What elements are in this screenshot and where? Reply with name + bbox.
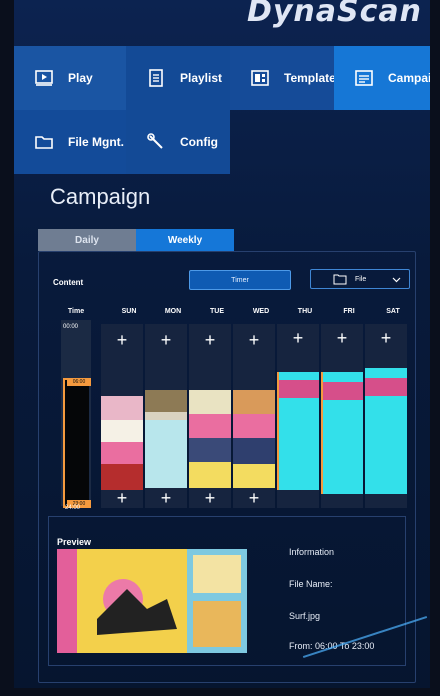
add-top-fri-button[interactable]: +: [321, 328, 363, 349]
nav-playlist-label: Playlist: [180, 71, 223, 85]
preview-image: [57, 549, 247, 653]
schedule-block-sat[interactable]: [365, 368, 407, 494]
day-header-thu: THU: [297, 308, 313, 315]
day-column-fri: +: [321, 324, 363, 508]
add-top-thu-button[interactable]: +: [277, 328, 319, 349]
range-start-tag[interactable]: 06:00: [67, 378, 91, 386]
day-column-sun: + +: [101, 324, 143, 508]
play-icon: [35, 70, 53, 86]
tab-daily[interactable]: Daily: [38, 229, 136, 251]
brand-logo: DynaScan: [246, 0, 422, 29]
schedule-block-tue[interactable]: [189, 390, 231, 488]
day-column-tue: + +: [189, 324, 231, 508]
nav-template[interactable]: Template: [230, 46, 336, 110]
playlist-icon: [149, 69, 163, 87]
template-icon: [251, 70, 269, 86]
schedule-panel: Content Timer File Time SUN MON TUE WED …: [38, 251, 416, 683]
folder-icon: [35, 136, 53, 149]
file-name-label: File Name:: [289, 579, 333, 589]
preview-title: Preview: [57, 537, 92, 547]
file-dropdown[interactable]: File: [310, 269, 410, 289]
day-header-wed: WED: [252, 308, 270, 315]
folder-open-icon: [333, 274, 347, 284]
schedule-block-mon[interactable]: [145, 390, 187, 488]
add-bottom-mon-button[interactable]: +: [145, 488, 187, 509]
day-header-fri: FRI: [343, 308, 355, 315]
nav-campaign-label: Campaign: [388, 71, 430, 85]
time-range-bar[interactable]: 06:00 23:00: [63, 378, 91, 508]
time-column-header: Time: [67, 308, 85, 315]
add-top-sun-button[interactable]: +: [101, 330, 143, 351]
nav-play[interactable]: Play: [14, 46, 126, 110]
content-label: Content: [53, 278, 84, 287]
day-column-wed: + +: [233, 324, 275, 508]
add-top-wed-button[interactable]: +: [233, 330, 275, 351]
nav-config-label: Config: [180, 135, 218, 149]
wrench-icon: [147, 133, 163, 149]
add-top-tue-button[interactable]: +: [189, 330, 231, 351]
nav-template-label: Template: [284, 71, 336, 85]
time-start-label: 00:00: [63, 324, 79, 330]
weekly-schedule-grid: Time SUN MON TUE WED THU FRI SAT 00:00 0…: [49, 302, 409, 511]
campaign-icon: [355, 70, 373, 86]
file-name-value: Surf.jpg: [289, 611, 321, 621]
nav-play-label: Play: [68, 71, 93, 85]
add-top-sat-button[interactable]: +: [365, 328, 407, 349]
add-bottom-wed-button[interactable]: +: [233, 488, 275, 509]
nav-playlist[interactable]: Playlist: [126, 46, 230, 110]
screen: DynaScan Play Playlist Template Campaign…: [14, 0, 430, 688]
schedule-block-thu[interactable]: [277, 372, 319, 490]
day-column-thu: +: [277, 324, 319, 508]
schedule-block-sun[interactable]: [101, 396, 143, 490]
day-header-sat: SAT: [386, 308, 400, 315]
page-title: Campaign: [50, 184, 151, 209]
view-tabs: Daily Weekly: [38, 229, 234, 251]
file-dropdown-label: File: [355, 275, 367, 283]
nav-file-mgnt[interactable]: File Mgnt.: [14, 110, 126, 174]
preview-panel: Preview Information File Name: Surf.jpg …: [48, 516, 406, 666]
nav-file-mgnt-label: File Mgnt.: [68, 135, 124, 149]
day-header-mon: MON: [164, 308, 182, 315]
nav-config[interactable]: Config: [126, 110, 230, 174]
day-header-tue: TUE: [210, 308, 224, 315]
info-heading: Information: [289, 547, 335, 557]
day-column-sat: +: [365, 324, 407, 508]
add-top-mon-button[interactable]: +: [145, 330, 187, 351]
surf-poster-image: [57, 549, 247, 653]
schedule-block-fri[interactable]: [321, 372, 363, 494]
timer-button[interactable]: Timer: [189, 270, 291, 290]
chevron-down-icon: [392, 277, 401, 283]
time-end-label: 24:00: [65, 505, 81, 511]
tab-weekly[interactable]: Weekly: [136, 229, 234, 251]
add-bottom-sun-button[interactable]: +: [101, 488, 143, 509]
day-column-mon: + +: [145, 324, 187, 508]
schedule-block-wed[interactable]: [233, 390, 275, 488]
add-bottom-tue-button[interactable]: +: [189, 488, 231, 509]
nav-campaign[interactable]: Campaign: [334, 46, 430, 110]
day-header-sun: SUN: [121, 308, 137, 315]
